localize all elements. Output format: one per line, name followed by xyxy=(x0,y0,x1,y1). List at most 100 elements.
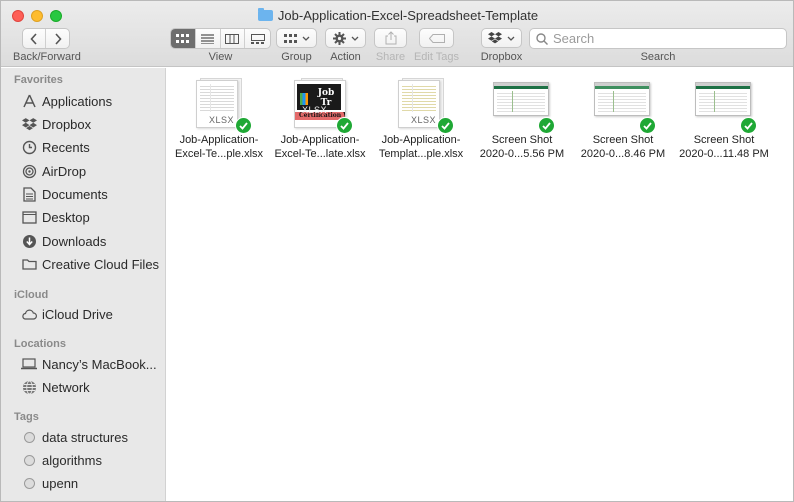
clock-icon xyxy=(21,139,37,155)
dropbox-button[interactable] xyxy=(481,28,522,48)
sidebar-item-recents[interactable]: Recents xyxy=(21,137,90,157)
sidebar-tag-data-structures[interactable]: data structures xyxy=(21,427,128,447)
grid-icon xyxy=(283,33,297,43)
file-name-line1: Screen Shot xyxy=(592,134,654,146)
sidebar-item-label: data structures xyxy=(42,429,128,445)
list-icon xyxy=(201,33,215,44)
columns-icon xyxy=(225,33,240,44)
download-icon xyxy=(21,233,37,249)
file-item[interactable]: Screen Shot 2020-0...5.56 PM xyxy=(473,78,571,161)
file-name-line2: 2020-0...11.48 PM xyxy=(679,148,769,160)
file-type-badge: XLSX xyxy=(208,115,234,125)
share-button[interactable] xyxy=(374,28,407,48)
sidebar-item-label: Desktop xyxy=(42,209,90,225)
file-name-line2: Templat...ple.xlsx xyxy=(378,148,464,160)
laptop-icon xyxy=(21,356,37,372)
sidebar-item-label: Creative Cloud Files xyxy=(42,256,160,272)
search-label: Search xyxy=(640,51,676,63)
gear-icon xyxy=(332,31,346,45)
search-icon xyxy=(536,32,548,45)
grid-icon xyxy=(176,34,190,43)
sidebar-item-icloud-drive[interactable]: iCloud Drive xyxy=(21,304,113,324)
view-label: View xyxy=(208,51,233,63)
sidebar-item-applications[interactable]: Applications xyxy=(21,91,112,111)
action-button[interactable] xyxy=(325,28,366,48)
back-forward-label: Back/Forward xyxy=(13,51,81,63)
chevron-left-icon xyxy=(30,32,37,45)
sidebar-item-label: Network xyxy=(42,379,90,395)
file-item[interactable]: Screen Shot 2020-0...8.46 PM xyxy=(574,78,672,161)
file-name-line2: Excel-Te...ple.xlsx xyxy=(174,148,264,160)
chevron-right-icon xyxy=(54,32,62,45)
locations-heading: Locations xyxy=(14,338,66,350)
view-icons-button[interactable] xyxy=(171,29,196,48)
group-button[interactable] xyxy=(276,28,317,48)
window-title: Job-Application-Excel-Spreadsheet-Templa… xyxy=(1,8,793,23)
sidebar-item-documents[interactable]: Documents xyxy=(21,184,108,204)
chevron-down-icon xyxy=(302,36,309,41)
file-name-line1: Job-Application- xyxy=(381,134,461,146)
sidebar-item-airdrop[interactable]: AirDrop xyxy=(21,161,86,181)
screenshot-thumbnail xyxy=(493,78,555,134)
share-icon xyxy=(385,31,396,45)
sync-check-icon xyxy=(437,117,454,134)
document-icon xyxy=(21,186,37,202)
file-item[interactable]: XLSX Job-Application- Excel-Te...ple.xls… xyxy=(170,78,268,161)
finder-window: Job-Application-Excel-Spreadsheet-Templa… xyxy=(0,0,794,502)
file-name-line1: Screen Shot xyxy=(491,134,553,146)
tag-icon xyxy=(428,33,445,43)
globe-icon xyxy=(21,379,37,395)
sidebar-item-creative-cloud-files[interactable]: Creative Cloud Files xyxy=(21,254,159,274)
file-item[interactable]: Screen Shot 2020-0...11.48 PM xyxy=(675,78,773,161)
forward-button[interactable] xyxy=(46,29,69,48)
sidebar: Favorites Applications Dropbox Recents A… xyxy=(1,68,166,501)
spreadsheet-icon: Job Tr Certification W XLSX xyxy=(291,78,353,134)
file-name-line2: 2020-0...5.56 PM xyxy=(479,148,565,160)
sync-check-icon xyxy=(740,117,757,134)
sidebar-item-label: Downloads xyxy=(42,233,107,249)
file-name-line1: Screen Shot xyxy=(693,134,755,146)
file-item[interactable]: Job Tr Certification W XLSX Job-Applicat… xyxy=(271,78,369,161)
file-name-line2: 2020-0...8.46 PM xyxy=(580,148,666,160)
sidebar-tag-algorithms[interactable]: algorithms xyxy=(21,450,102,470)
tag-color-dot xyxy=(21,429,37,445)
view-gallery-button[interactable] xyxy=(245,29,270,48)
sidebar-item-network[interactable]: Network xyxy=(21,377,90,397)
toolbar: Job-Application-Excel-Spreadsheet-Templa… xyxy=(1,1,793,67)
back-forward-control xyxy=(22,28,70,49)
sidebar-item-downloads[interactable]: Downloads xyxy=(21,231,106,251)
file-name-line2: Excel-Te...late.xlsx xyxy=(274,148,366,160)
sidebar-item-desktop[interactable]: Desktop xyxy=(21,207,90,227)
gallery-icon xyxy=(250,33,265,44)
view-columns-button[interactable] xyxy=(221,29,246,48)
file-item[interactable]: XLSX Job-Application- Templat...ple.xlsx xyxy=(372,78,470,161)
sidebar-item-label: Nancy’s MacBook... xyxy=(42,356,157,372)
folder-icon xyxy=(257,8,273,21)
search-input[interactable]: Search xyxy=(529,28,787,49)
screenshot-thumbnail xyxy=(695,78,757,134)
sidebar-tag-upenn[interactable]: upenn xyxy=(21,473,78,493)
screenshot-thumbnail xyxy=(594,78,656,134)
group-label: Group xyxy=(281,51,312,63)
sync-check-icon xyxy=(639,117,656,134)
sidebar-item-label: iCloud Drive xyxy=(42,306,113,322)
sidebar-item-label: Documents xyxy=(42,186,108,202)
back-button[interactable] xyxy=(23,29,46,48)
sidebar-item-label: Recents xyxy=(42,139,90,155)
file-name-line1: Job-Application- xyxy=(179,134,259,146)
sidebar-item-dropbox[interactable]: Dropbox xyxy=(21,114,91,134)
sidebar-item-label: Dropbox xyxy=(42,116,92,132)
view-list-button[interactable] xyxy=(196,29,221,48)
sync-check-icon xyxy=(538,117,555,134)
tag-color-dot xyxy=(21,475,37,491)
share-label: Share xyxy=(375,51,406,63)
airdrop-icon xyxy=(21,163,37,179)
tags-heading: Tags xyxy=(14,411,39,423)
edit-tags-button[interactable] xyxy=(419,28,454,48)
sidebar-item-label: upenn xyxy=(42,475,79,491)
dropbox-label: Dropbox xyxy=(480,51,523,63)
sync-check-icon xyxy=(336,117,353,134)
sidebar-item-macbook[interactable]: Nancy’s MacBook... xyxy=(21,354,157,374)
window-title-text: Job-Application-Excel-Spreadsheet-Templa… xyxy=(277,8,539,23)
sidebar-item-label: algorithms xyxy=(42,452,102,468)
